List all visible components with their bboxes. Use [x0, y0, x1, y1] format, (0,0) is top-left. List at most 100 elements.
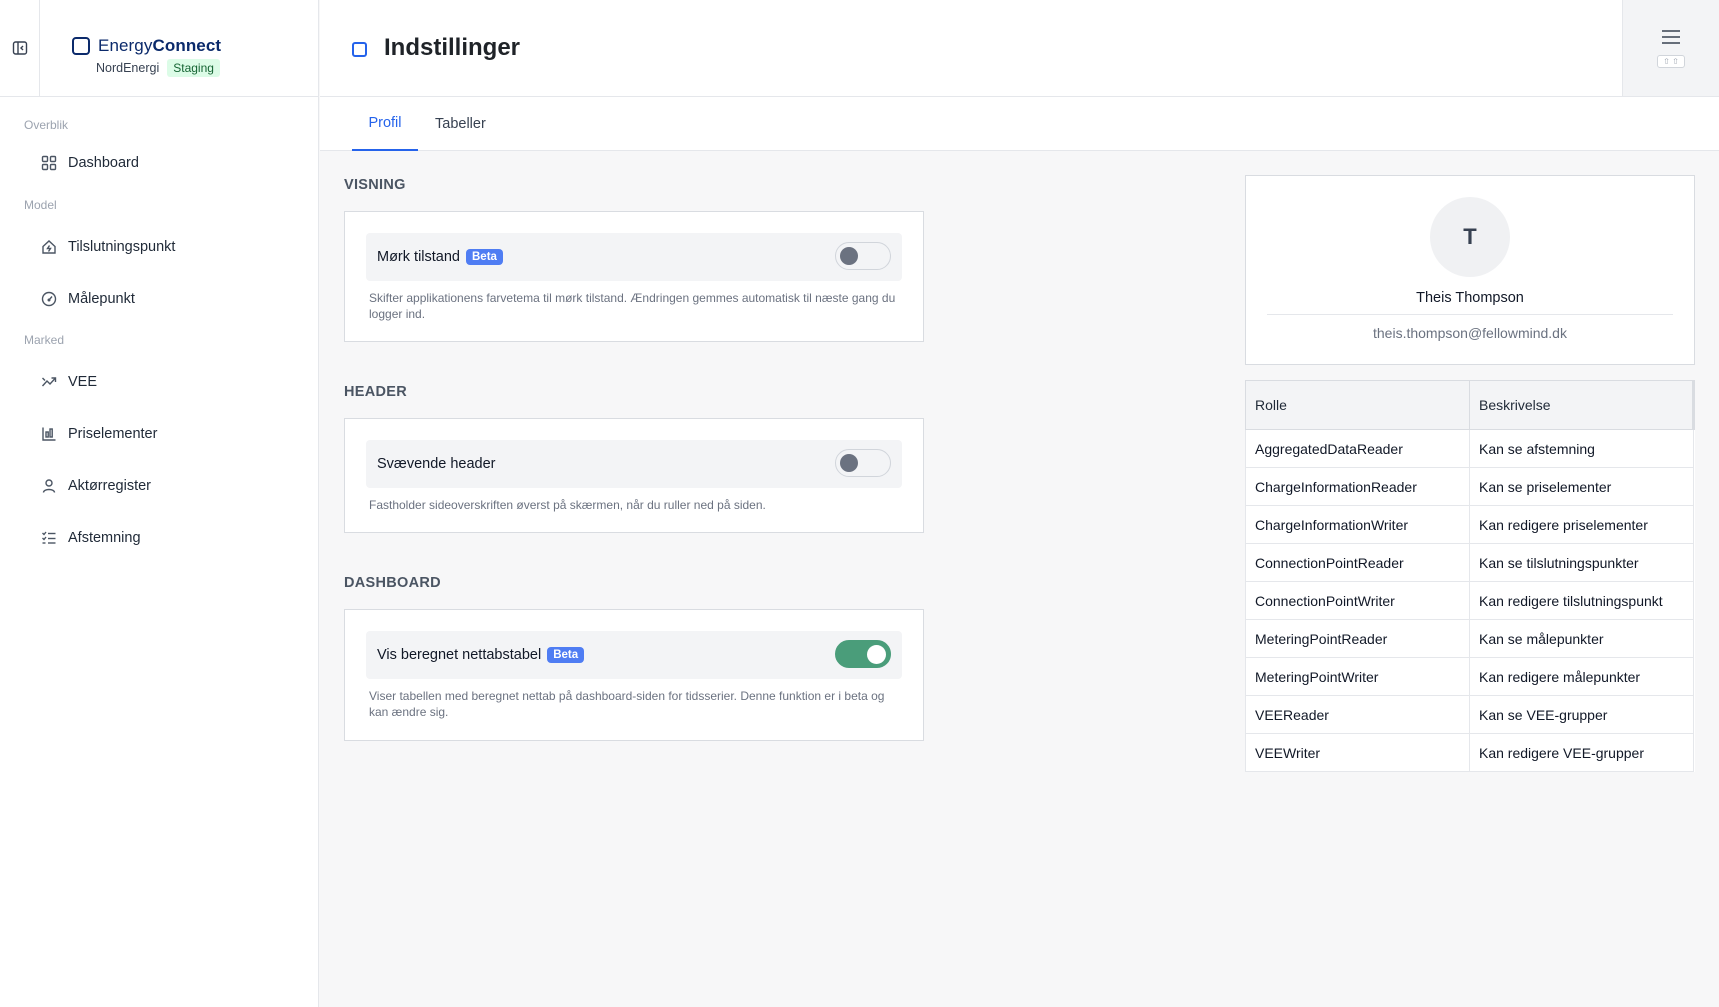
table-row: MeteringPointReader Kan se målepunkter — [1245, 619, 1694, 658]
role-description: Kan redigere priselementer — [1469, 505, 1694, 544]
bar-chart-icon — [40, 425, 58, 443]
role-name: VEEReader — [1245, 695, 1470, 734]
setting-description: Fastholder sideoverskriften øverst på sk… — [369, 498, 766, 512]
floating-header-toggle[interactable] — [835, 449, 891, 477]
table-header-row: Rolle Beskrivelse — [1245, 380, 1695, 430]
beta-badge: Beta — [547, 647, 585, 663]
table-row: ChargeInformationWriter Kan redigere pris… — [1245, 505, 1694, 544]
settings-card-header: Svævende header Fastholder sideoverskrif… — [344, 418, 924, 533]
sidebar-item-tilslutningspunkt[interactable]: Tilslutningspunkt — [0, 221, 318, 273]
settings-card-visning: Mørk tilstand Beta Skifter applikationen… — [344, 211, 924, 342]
sidebar-item-label: Dashboard — [68, 155, 139, 171]
role-description: Kan redigere VEE-grupper — [1469, 733, 1694, 772]
sidebar: EnergyConnect NordEnergi Staging Overbli… — [0, 0, 319, 1007]
role-description: Kan redigere tilslutningspunkt — [1469, 581, 1694, 620]
table-row: VEEWriter Kan redigere VEE-grupper — [1245, 733, 1694, 772]
section-title-dashboard: DASHBOARD — [344, 575, 441, 591]
setting-row-net-loss-table: Vis beregnet nettabstabel Beta — [366, 631, 902, 679]
sidebar-item-malepunkt[interactable]: Målepunkt — [0, 273, 318, 325]
column-header-rolle[interactable]: Rolle — [1245, 380, 1470, 430]
home-plug-icon — [40, 238, 58, 256]
role-description: Kan se afstemning — [1469, 429, 1694, 468]
tab-bar: Profil Tabeller — [320, 97, 1719, 151]
toggle-knob — [840, 454, 858, 472]
sidebar-item-label: Målepunkt — [68, 291, 135, 307]
toggle-knob — [840, 247, 858, 265]
table-row: ConnectionPointWriter Kan redigere tilslu… — [1245, 581, 1694, 620]
setting-label: Svævende header — [377, 456, 496, 472]
roles-table: Rolle Beskrivelse AggregatedDataReader Ka… — [1245, 380, 1695, 772]
role-name: VEEWriter — [1245, 733, 1470, 772]
trend-icon — [40, 373, 58, 391]
role-name: AggregatedDataReader — [1245, 429, 1470, 468]
role-description: Kan redigere målepunkter — [1469, 657, 1694, 696]
keyboard-shortcut-hint: ⇧ ⇧ — [1657, 54, 1685, 68]
sidebar-item-label: Priselementer — [68, 426, 158, 442]
sidebar-section-overblik: Overblik — [24, 118, 69, 132]
toggle-knob — [867, 645, 886, 664]
section-title-visning: VISNING — [344, 177, 406, 193]
sidebar-item-afstemning[interactable]: Afstemning — [0, 512, 318, 564]
profile-card: T Theis Thompson theis.thompson@fellowmi… — [1245, 175, 1695, 365]
sidebar-section-model: Model — [24, 198, 57, 212]
settings-card-dashboard: Vis beregnet nettabstabel Beta Viser tab… — [344, 609, 924, 741]
brand-name: EnergyConnect — [98, 36, 222, 55]
setting-row-dark-mode: Mørk tilstand Beta — [366, 233, 902, 281]
section-title-header: HEADER — [344, 384, 408, 400]
sidebar-item-label: Aktørregister — [68, 478, 151, 494]
role-description: Kan se VEE-grupper — [1469, 695, 1694, 734]
role-name: MeteringPointReader — [1245, 619, 1470, 658]
sidebar-header: EnergyConnect NordEnergi Staging — [0, 0, 318, 97]
gauge-icon — [40, 290, 58, 308]
divider — [1267, 314, 1673, 315]
setting-description: Viser tabellen med beregnet nettab på da… — [369, 689, 885, 719]
hamburger-menu-icon — [1662, 29, 1680, 44]
environment-badge: Staging — [167, 59, 220, 77]
setting-row-floating-header: Svævende header — [366, 440, 902, 488]
role-description: Kan se priselementer — [1469, 467, 1694, 506]
sidebar-item-priselementer[interactable]: Priselementer — [0, 408, 318, 460]
table-row: ChargeInformationReader Kan se priselemen… — [1245, 467, 1694, 506]
column-header-beskrivelse[interactable]: Beskrivelse — [1469, 380, 1695, 430]
tab-profil[interactable]: Profil — [352, 97, 418, 151]
role-name: ConnectionPointWriter — [1245, 581, 1470, 620]
sidebar-item-aktorregister[interactable]: Aktørregister — [0, 460, 318, 512]
page-header: Indstillinger ⇧ ⇧ — [320, 0, 1719, 97]
role-name: ConnectionPointReader — [1245, 543, 1470, 582]
sidebar-item-vee[interactable]: VEE — [0, 356, 318, 408]
table-row: ConnectionPointReader Kan se tilslutnings… — [1245, 543, 1694, 582]
role-description: Kan se målepunkter — [1469, 619, 1694, 658]
setting-label: Vis beregnet nettabstabel — [377, 647, 542, 663]
brand[interactable]: EnergyConnect NordEnergi Staging — [72, 36, 221, 77]
table-row: VEEReader Kan se VEE-grupper — [1245, 695, 1694, 734]
setting-description: Skifter applikationens farvetema til mør… — [369, 291, 896, 321]
beta-badge: Beta — [466, 249, 503, 265]
role-name: ChargeInformationReader — [1245, 467, 1470, 506]
brand-logo-icon — [72, 37, 90, 55]
role-name: ChargeInformationWriter — [1245, 505, 1470, 544]
net-loss-table-toggle[interactable] — [835, 640, 891, 668]
grid-icon — [40, 154, 58, 172]
sidebar-item-label: Tilslutningspunkt — [68, 239, 176, 255]
sidebar-item-label: VEE — [68, 374, 98, 390]
role-name: MeteringPointWriter — [1245, 657, 1470, 696]
table-row: AggregatedDataReader Kan se afstemning — [1245, 429, 1694, 468]
sidebar-item-label: Afstemning — [68, 530, 141, 546]
menu-button[interactable]: ⇧ ⇧ — [1622, 0, 1719, 96]
table-row: MeteringPointWriter Kan redigere målepunk… — [1245, 657, 1694, 696]
setting-label: Mørk tilstand — [377, 249, 460, 265]
sidebar-collapse-button[interactable] — [0, 0, 40, 96]
profile-name: Theis Thompson — [1416, 290, 1524, 306]
avatar: T — [1430, 197, 1510, 277]
profile-email: theis.thompson@fellowmind.dk — [1373, 325, 1567, 341]
org-name: NordEnergi — [96, 61, 160, 75]
sidebar-item-dashboard[interactable]: Dashboard — [0, 137, 318, 189]
dark-mode-toggle[interactable] — [835, 242, 891, 270]
page-title: Indstillinger — [384, 34, 521, 61]
checklist-icon — [40, 529, 58, 547]
sidebar-section-marked: Marked — [24, 333, 65, 347]
settings-page-icon — [352, 42, 367, 57]
user-icon — [40, 477, 58, 495]
sidebar-collapse-icon — [12, 41, 27, 55]
tab-tabeller[interactable]: Tabeller — [435, 97, 486, 151]
